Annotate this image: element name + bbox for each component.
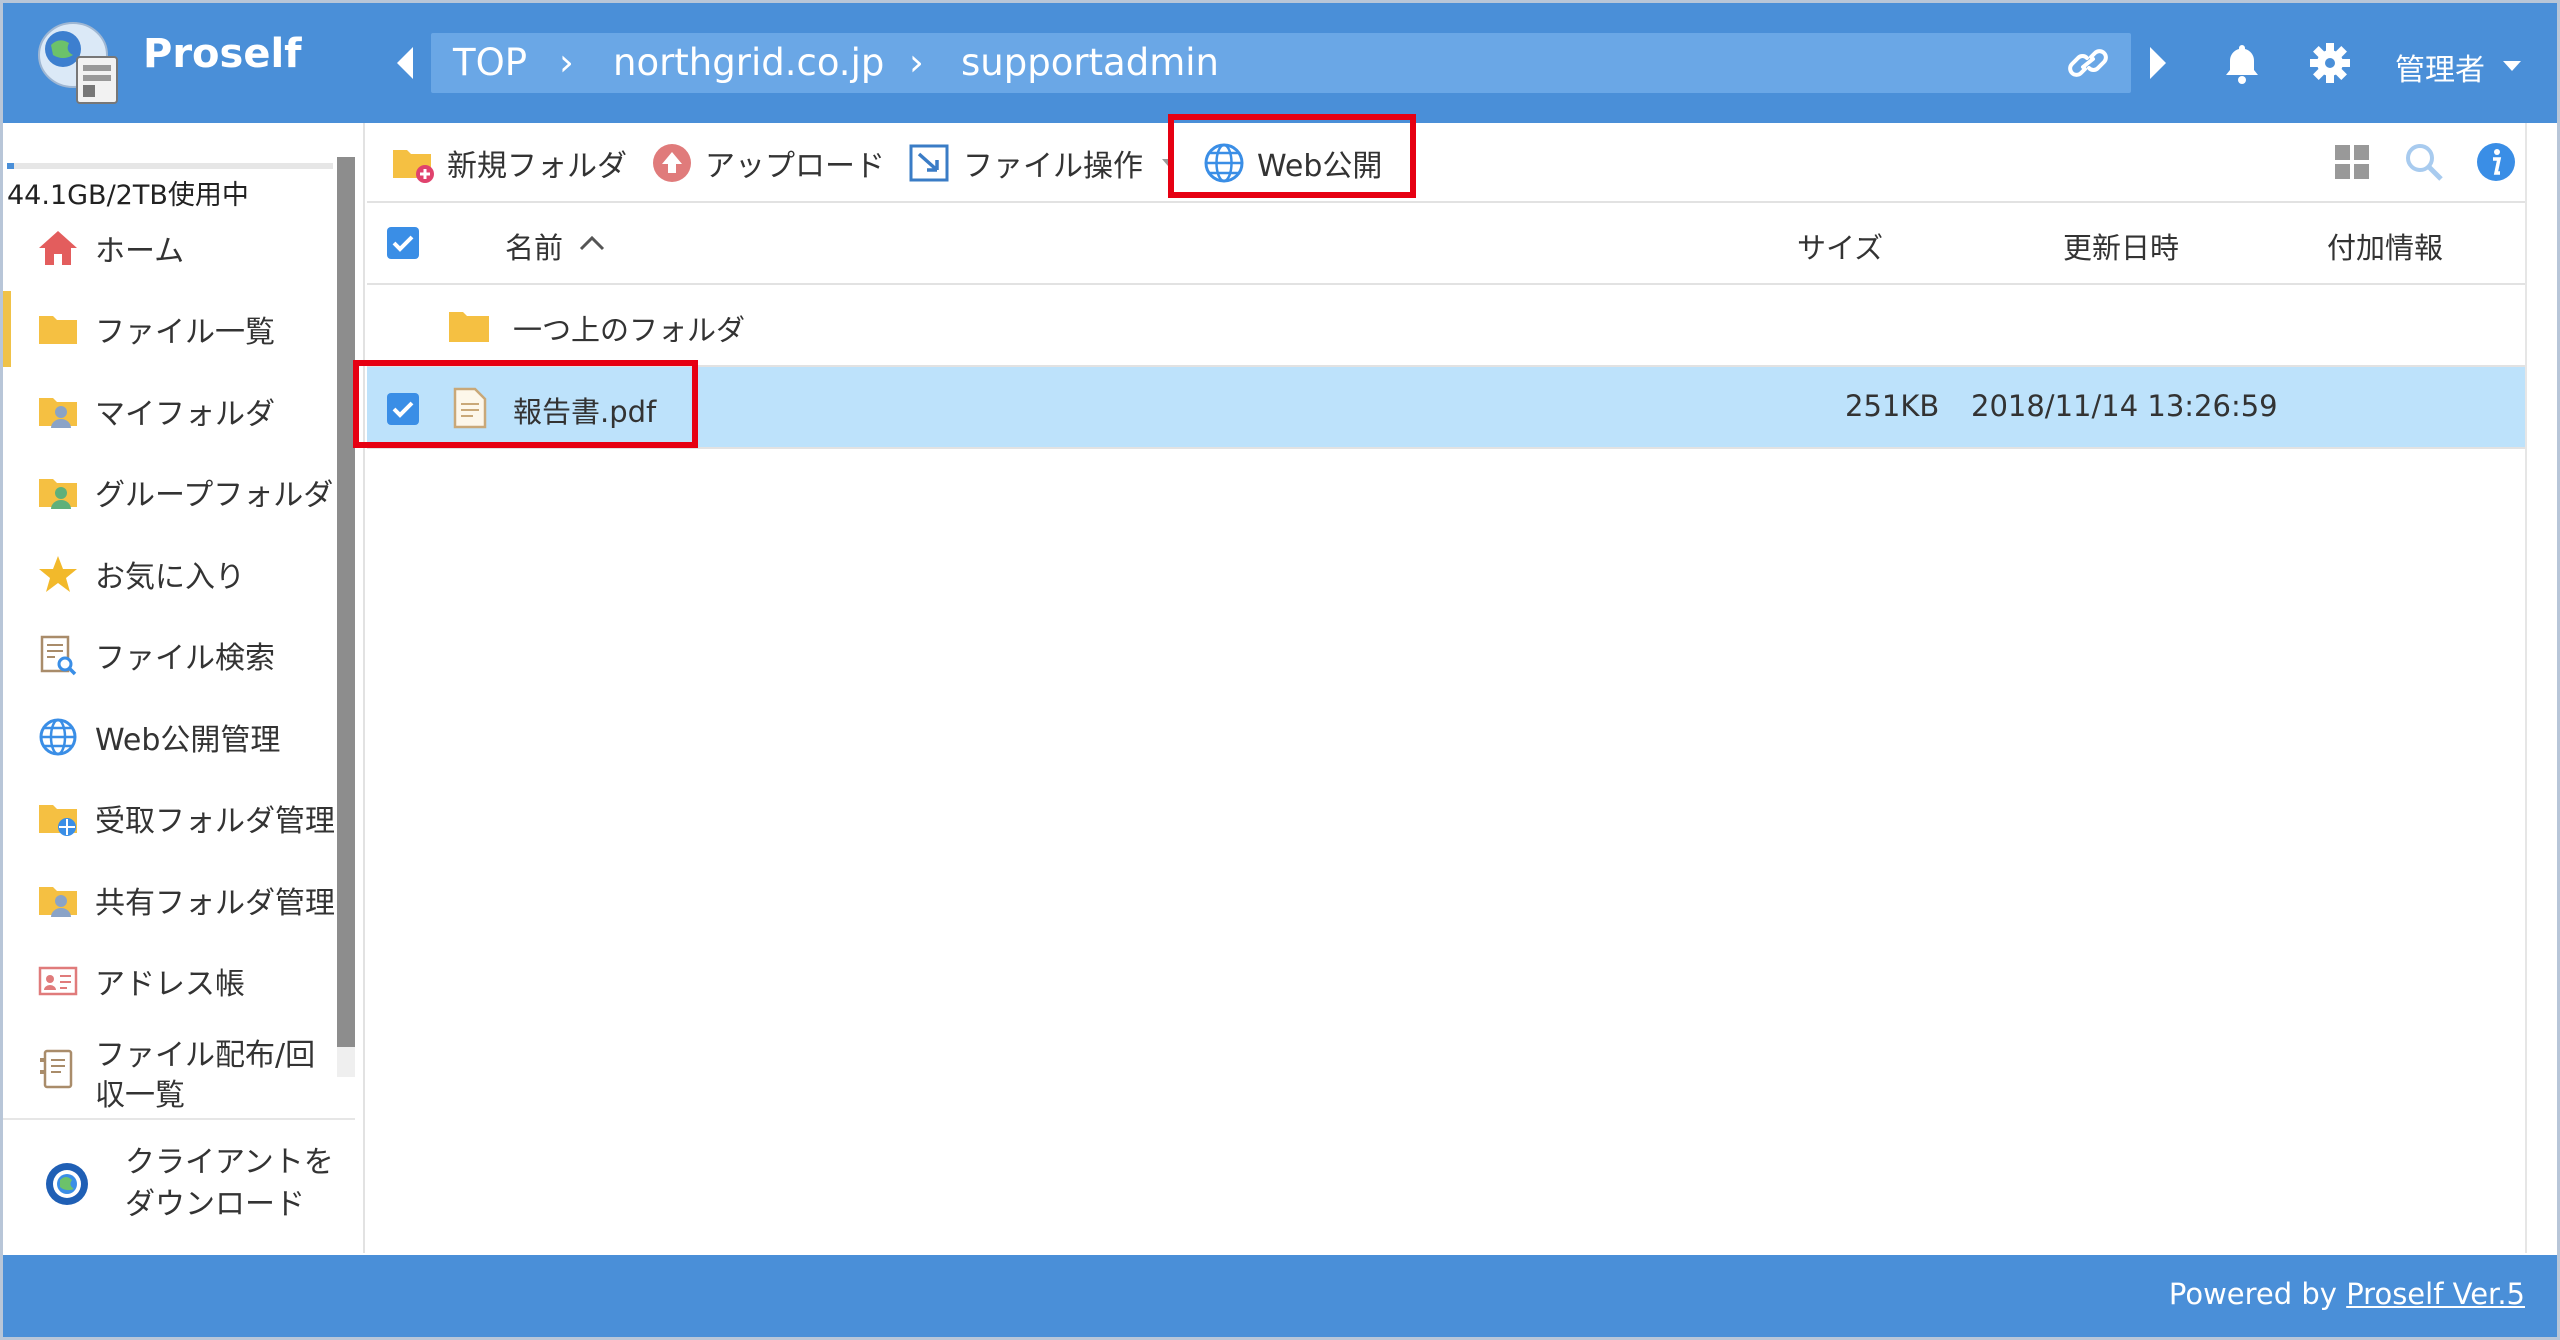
- column-name[interactable]: 名前: [505, 225, 563, 267]
- receive-folder-icon: [39, 805, 77, 837]
- breadcrumb-separator: ›: [559, 41, 574, 84]
- proself-logo-icon: [38, 22, 118, 104]
- upload-label: アップロード: [705, 149, 885, 184]
- toolbar: 新規フォルダ アップロード ファイル操作 Web公開: [367, 114, 2525, 203]
- client-download-label-line1: クライアントを: [125, 1145, 334, 1180]
- view-tools: [2331, 141, 2517, 183]
- sidebar-item-label: お気に入り: [95, 559, 245, 595]
- gear-icon[interactable]: [2308, 41, 2352, 85]
- parent-folder-row[interactable]: 一つ上のフォルダ: [367, 285, 2525, 367]
- search-icon[interactable]: [2403, 141, 2445, 183]
- sidebar-item-label: アドレス帳: [95, 967, 245, 1003]
- new-folder-label: 新規フォルダ: [447, 149, 627, 184]
- sidebar-item-label: Web公開管理: [95, 722, 281, 758]
- sidebar-item-label: 共有フォルダ管理: [95, 885, 335, 921]
- distribution-icon: [40, 1049, 73, 1089]
- check-icon: [392, 235, 414, 252]
- column-size[interactable]: サイズ: [1797, 225, 1883, 267]
- footer-text: Powered by Proself Ver.5: [2169, 1277, 2525, 1311]
- user-menu-label[interactable]: 管理者: [2395, 45, 2485, 89]
- folder-icon: [39, 316, 77, 345]
- sort-ascending-icon[interactable]: [579, 235, 605, 251]
- upload-button[interactable]: アップロード: [649, 139, 885, 187]
- address-book-icon: [38, 967, 78, 996]
- sidebar-item-receive-folder-admin[interactable]: 受取フォルダ管理: [3, 778, 337, 860]
- new-folder-button[interactable]: 新規フォルダ: [391, 139, 627, 187]
- sidebar-item-distribution-list[interactable]: ファイル配布/回収一覧: [3, 1022, 337, 1122]
- globe-icon: [39, 718, 77, 756]
- sidebar-item-group-folder[interactable]: グループフォルダ: [3, 452, 337, 534]
- shared-folder-icon: [39, 886, 77, 917]
- file-search-icon: [40, 636, 77, 676]
- select-all-checkbox[interactable]: [387, 227, 419, 259]
- content-right-border: [2525, 123, 2527, 1253]
- file-modified: 2018/11/14 13:26:59: [1971, 389, 2278, 423]
- column-modified[interactable]: 更新日時: [2063, 225, 2179, 267]
- footer-version-link[interactable]: Proself Ver.5: [2346, 1277, 2525, 1311]
- client-download-label: クライアントを ダウンロード: [125, 1142, 334, 1226]
- client-download-button[interactable]: クライアントを ダウンロード: [3, 1118, 355, 1248]
- folder-icon: [449, 312, 489, 342]
- bell-icon[interactable]: [2221, 41, 2263, 85]
- sidebar-item-label: ホーム: [95, 233, 185, 269]
- caret-down-icon[interactable]: [2501, 59, 2523, 73]
- client-download-icon: [46, 1163, 88, 1205]
- breadcrumb-current[interactable]: supportadmin: [961, 41, 1219, 84]
- group-folder-icon: [39, 479, 77, 510]
- history-forward-icon[interactable]: [2146, 45, 2170, 81]
- sidebar-item-web-publish-admin[interactable]: Web公開管理: [3, 696, 337, 778]
- sidebar-item-label: グループフォルダ: [95, 478, 334, 514]
- footer-prefix: Powered by: [2168, 1277, 2347, 1311]
- column-extra-info[interactable]: 付加情報: [2327, 225, 2443, 267]
- file-operations-label: ファイル操作: [963, 149, 1143, 184]
- sidebar-item-shared-folder-admin[interactable]: 共有フォルダ管理: [3, 859, 337, 941]
- storage-usage-fill: [7, 163, 15, 169]
- app-title: Proself: [143, 31, 302, 77]
- breadcrumb-domain[interactable]: northgrid.co.jp: [613, 41, 884, 84]
- file-operations-button[interactable]: ファイル操作: [907, 139, 1175, 187]
- sidebar-item-label: マイフォルダ: [95, 396, 275, 432]
- breadcrumb-separator: ›: [909, 41, 924, 84]
- link-icon[interactable]: [2067, 43, 2109, 83]
- parent-folder-label: 一つ上のフォルダ: [513, 313, 746, 347]
- sidebar-item-label: ファイル一覧: [95, 315, 275, 351]
- home-icon: [39, 230, 77, 265]
- new-folder-icon: [393, 150, 434, 183]
- sidebar-scroll-thumb[interactable]: [337, 157, 355, 1047]
- info-icon[interactable]: [2475, 141, 2517, 183]
- sidebar-item-label: 受取フォルダ管理: [95, 804, 335, 840]
- file-list: 名前 サイズ 更新日時 付加情報 一つ上のフォルダ 報告書.pdf 251KB …: [353, 203, 2525, 1253]
- sidebar-item-my-folder[interactable]: マイフォルダ: [3, 370, 337, 452]
- file-operations-icon: [909, 144, 949, 182]
- sidebar-item-file-search[interactable]: ファイル検索: [3, 615, 337, 697]
- sidebar-item-label: ファイル検索: [95, 641, 275, 677]
- footer: Powered by Proself Ver.5: [3, 1255, 2557, 1337]
- sidebar-item-file-list[interactable]: ファイル一覧: [3, 289, 337, 371]
- top-header: Proself TOP › northgrid.co.jp › supporta…: [3, 3, 2557, 123]
- breadcrumb-top[interactable]: TOP: [453, 41, 527, 84]
- grid-view-icon[interactable]: [2331, 141, 2373, 183]
- sidebar-nav: ホーム ファイル一覧 マイフォルダ グループフォルダ お気に入り ファイル検索 …: [3, 207, 337, 1122]
- upload-icon: [653, 144, 691, 182]
- sidebar-item-label: ファイル配布/回収一覧: [95, 1038, 316, 1112]
- file-size: 251KB: [1845, 389, 1940, 423]
- sidebar-scrollbar[interactable]: [337, 157, 355, 1077]
- sidebar-item-address-book[interactable]: アドレス帳: [3, 941, 337, 1023]
- file-list-header: 名前 サイズ 更新日時 付加情報: [367, 203, 2525, 285]
- star-icon: [39, 555, 77, 592]
- storage-usage-bar: [7, 163, 333, 169]
- sidebar: 44.1GB/2TB使用中 ホーム ファイル一覧 マイフォルダ グループフォルダ…: [3, 123, 365, 1253]
- history-back-icon[interactable]: [393, 45, 417, 81]
- my-folder-icon: [39, 397, 77, 428]
- breadcrumb: TOP › northgrid.co.jp › supportadmin: [431, 33, 2131, 93]
- client-download-label-line2: ダウンロード: [125, 1187, 305, 1222]
- file-row-highlight: [353, 360, 698, 448]
- sidebar-item-home[interactable]: ホーム: [3, 207, 337, 289]
- sidebar-item-favorites[interactable]: お気に入り: [3, 533, 337, 615]
- web-publish-highlight: [1168, 114, 1416, 198]
